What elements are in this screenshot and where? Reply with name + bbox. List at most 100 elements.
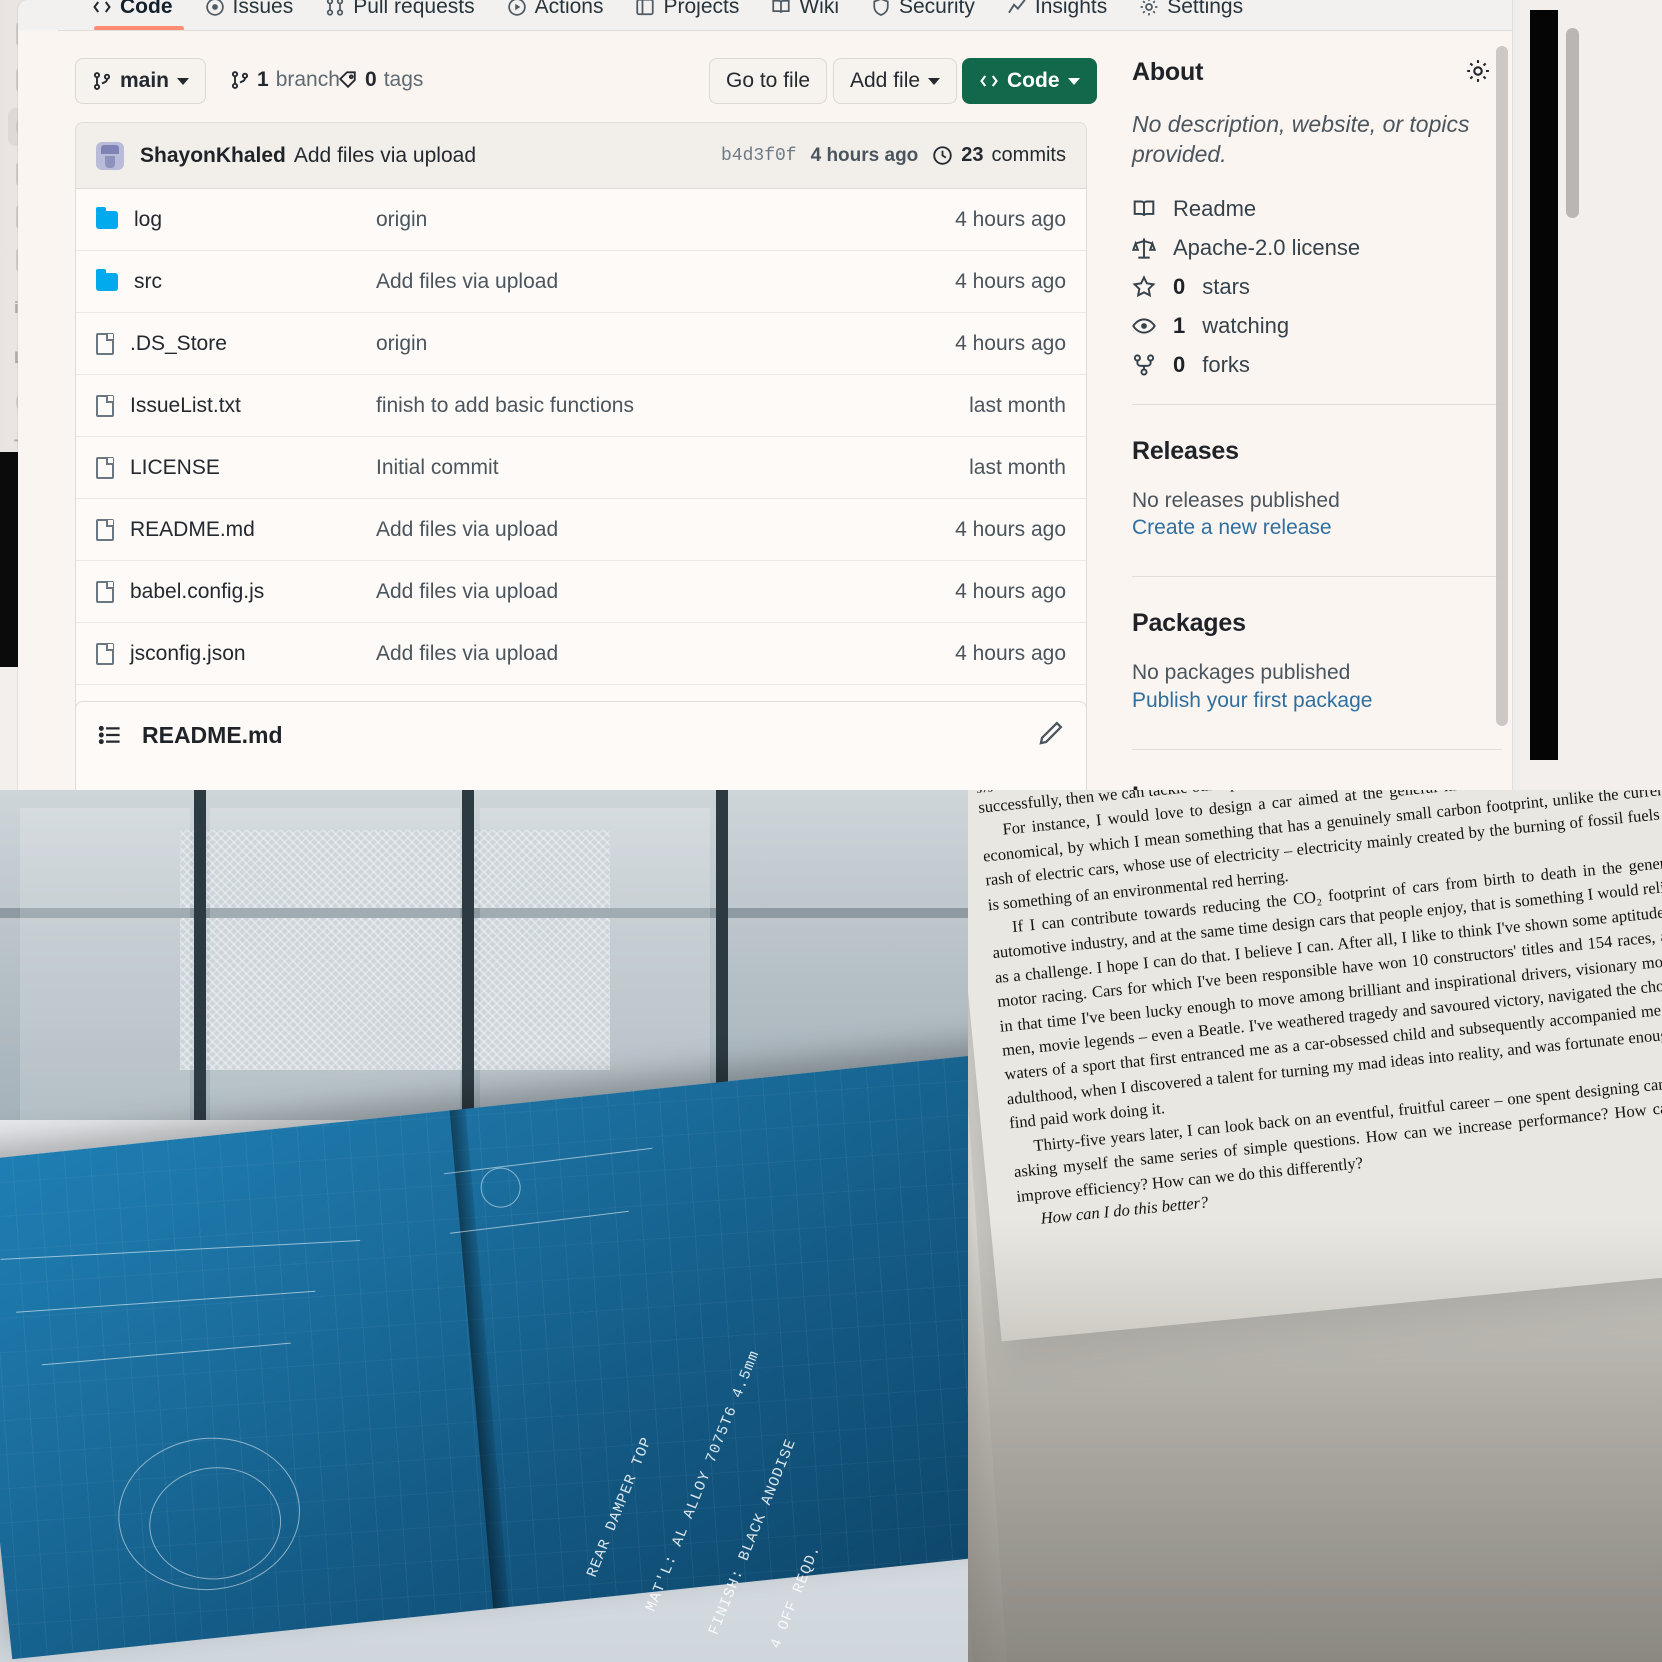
issue-opened-icon [205, 0, 224, 16]
tags-count[interactable]: 0 tags [338, 68, 423, 92]
tab-insights[interactable]: Insights [991, 0, 1123, 28]
table-row[interactable]: babel.config.js Add files via upload 4 hou… [76, 561, 1086, 623]
packages-empty-text: No packages published [1132, 661, 1351, 685]
edit-readme-button[interactable] [1038, 720, 1064, 751]
about-description: No description, website, or topics provi… [1132, 111, 1470, 168]
file-name-cell[interactable]: log [96, 206, 376, 232]
sidebar-item-readme[interactable]: Readme [1132, 196, 1502, 222]
tab-settings[interactable]: Settings [1123, 0, 1259, 28]
glass-pane-2 [210, 808, 460, 1138]
avatar[interactable] [96, 141, 124, 170]
code-icon [93, 1, 111, 13]
page-shadow [968, 1220, 1662, 1662]
file-name-cell[interactable]: .DS_Store [96, 332, 376, 356]
about-settings-button[interactable] [1465, 58, 1491, 89]
commits-count[interactable]: 23 commits [932, 144, 1066, 167]
table-row[interactable]: .DS_Store origin 4 hours ago [76, 313, 1086, 375]
packages-title: Packages [1132, 609, 1246, 638]
tab-settings-label: Settings [1167, 0, 1244, 18]
file-name-label: babel.config.js [130, 579, 265, 603]
chevron-down-icon [928, 77, 941, 85]
sidebar-divider-1 [1132, 403, 1502, 405]
sidebar-item-forks[interactable]: 0 forks [1132, 352, 1502, 378]
table-row[interactable]: README.md Add files via upload 4 hours ago [76, 499, 1086, 561]
commit-message[interactable]: Add files via upload [294, 144, 476, 168]
tab-issues-label: Issues [232, 0, 294, 18]
branches-count[interactable]: 1 branch [230, 68, 340, 92]
chevron-down-icon [177, 77, 190, 85]
commit-message-cell[interactable]: finish to add basic functions [376, 394, 969, 418]
folder-icon [96, 206, 118, 229]
add-file-button[interactable]: Add file [833, 58, 958, 104]
commit-message-cell[interactable]: Add files via upload [376, 642, 955, 666]
releases-title: Releases [1132, 436, 1239, 465]
table-row[interactable]: jsconfig.json Add files via upload 4 hours… [76, 623, 1086, 685]
releases-section: Releases No releases published Create a … [1132, 437, 1502, 540]
tab-code[interactable]: Code [76, 0, 189, 28]
book-icon [1133, 200, 1155, 216]
table-row[interactable]: log origin 4 hours ago [76, 189, 1086, 251]
file-name-cell[interactable]: LICENSE [96, 456, 376, 480]
commit-message-cell[interactable]: Add files via upload [376, 580, 955, 604]
book-text-block: 375 successfully, then we can tackle oth… [976, 790, 1662, 1233]
file-name-label: jsconfig.json [130, 641, 246, 665]
sidebar-item-stars[interactable]: 0 stars [1132, 274, 1502, 300]
readme-header: README.md [76, 702, 1086, 768]
history-icon [933, 146, 952, 165]
create-release-link[interactable]: Create a new release [1132, 516, 1502, 540]
gear-icon [1140, 0, 1158, 16]
go-to-file-button[interactable]: Go to file [709, 58, 828, 104]
tab-actions[interactable]: Actions [491, 0, 620, 28]
tab-security-label: Security [899, 0, 975, 18]
git-branch-icon [231, 71, 249, 89]
commit-message-cell[interactable]: origin [376, 332, 955, 356]
repo-sidebar: About No description, website, or topics… [1132, 58, 1502, 790]
tab-projects[interactable]: Projects [619, 0, 755, 28]
file-name-cell[interactable]: IssueList.txt [96, 394, 376, 418]
file-name-cell[interactable]: jsconfig.json [96, 642, 376, 666]
sidebar-item-license[interactable]: Apache-2.0 license [1132, 235, 1502, 261]
file-name-cell[interactable]: babel.config.js [96, 580, 376, 604]
about-meta-list: Readme Apache-2.0 license 0 stars 1 watc… [1132, 196, 1502, 378]
commit-time-cell: 4 hours ago [955, 331, 1066, 355]
tab-wiki[interactable]: Wiki [755, 0, 855, 28]
readme-title: README.md [142, 721, 283, 748]
branches-count-value: 1 [257, 68, 269, 91]
file-listing: ShayonKhaled Add files via upload b4d3f0… [75, 122, 1087, 790]
pencil-icon [1039, 720, 1063, 745]
sidebar-item-watching[interactable]: 1 watching [1132, 313, 1502, 339]
commit-message-cell[interactable]: origin [376, 208, 955, 232]
file-name-cell[interactable]: src [96, 268, 376, 294]
commit-author[interactable]: ShayonKhaled [140, 144, 286, 168]
publish-package-link[interactable]: Publish your first package [1132, 689, 1502, 713]
commit-message-cell[interactable]: Initial commit [376, 456, 969, 480]
commit-time-cell: 4 hours ago [955, 579, 1066, 603]
tab-pull-requests-label: Pull requests [353, 0, 475, 18]
commit-message-cell[interactable]: Add files via upload [376, 518, 955, 542]
tab-issues[interactable]: Issues [189, 0, 310, 28]
commit-sha[interactable]: b4d3f0f [721, 146, 797, 166]
table-row[interactable]: src Add files via upload 4 hours ago [76, 251, 1086, 313]
tab-code-label: Code [120, 0, 173, 18]
file-name-cell[interactable]: README.md [96, 518, 376, 542]
table-row[interactable]: LICENSE Initial commit last month [76, 437, 1086, 499]
page-scrollbar[interactable] [1496, 46, 1508, 726]
code-button-label: Code [1007, 69, 1060, 92]
screenshot-root: iCl Lo Ta Code Issues [0, 0, 1662, 1662]
repo-navigation-bar: Code Issues Pull requests Actions Projec… [18, 0, 1512, 31]
graph-icon [1008, 0, 1026, 14]
code-button[interactable]: Code [962, 58, 1097, 104]
sidebar-item-license-label: Apache-2.0 license [1173, 234, 1361, 260]
shield-icon [873, 0, 889, 16]
watching-count: 1 [1173, 312, 1186, 338]
tab-wiki-label: Wiki [799, 0, 839, 18]
file-name-label: README.md [130, 517, 255, 541]
star-icon [1132, 274, 1156, 297]
commit-message-cell[interactable]: Add files via upload [376, 270, 955, 294]
tab-pull-requests[interactable]: Pull requests [309, 0, 490, 28]
commit-time-cell: 4 hours ago [955, 269, 1066, 293]
outer-scrollbar[interactable] [1566, 28, 1579, 218]
tab-security[interactable]: Security [855, 0, 991, 28]
table-row[interactable]: IssueList.txt finish to add basic functio… [76, 375, 1086, 437]
branch-selector-button[interactable]: main [75, 58, 207, 104]
